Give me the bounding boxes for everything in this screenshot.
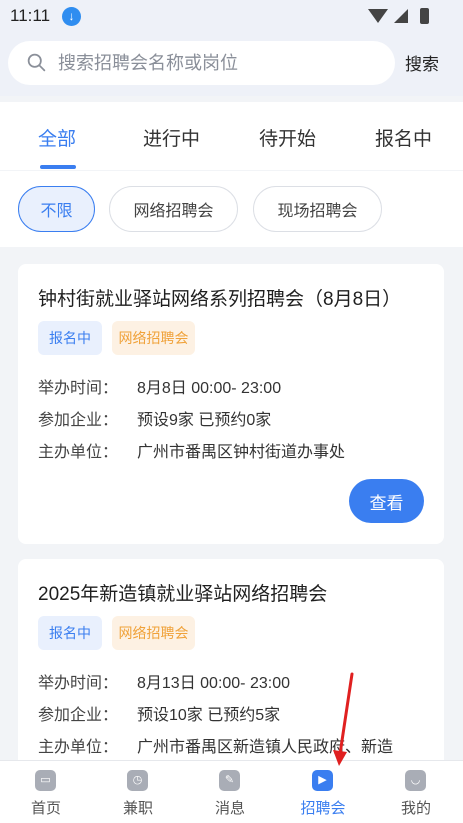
status-icons xyxy=(368,8,429,24)
nav-job-fair[interactable]: ▶ 招聘会 xyxy=(277,761,369,823)
wifi-icon xyxy=(368,9,388,23)
organizer-value: 广州市番禺区钟村街道办事处 xyxy=(137,444,346,461)
companies-label: 参加企业： xyxy=(38,707,119,724)
nav-messages[interactable]: ✎ 消息 xyxy=(184,761,276,823)
filter-unlimited[interactable]: 不限 xyxy=(18,186,95,232)
card-title: 钟村街就业驿站网络系列招聘会（8月8日） xyxy=(38,289,402,310)
status-time: 11:11 xyxy=(10,6,51,25)
type-badge: 网络招聘会 xyxy=(112,616,195,650)
nav-part-time[interactable]: ◷ 兼职 xyxy=(92,761,184,823)
job-fair-icon: ▶ xyxy=(312,770,333,791)
message-icon: ✎ xyxy=(219,770,240,791)
search-button[interactable]: 搜索 xyxy=(405,50,439,75)
view-button[interactable]: 查看 xyxy=(349,479,424,523)
profile-icon: ◡ xyxy=(405,770,426,791)
home-icon: ▭ xyxy=(35,770,56,791)
job-fair-card[interactable]: 钟村街就业驿站网络系列招聘会（8月8日） 报名中 网络招聘会 举办时间： 8月8日… xyxy=(18,264,444,544)
card-title: 2025年新造镇就业驿站网络招聘会 xyxy=(38,584,328,605)
battery-icon xyxy=(420,8,429,24)
clock-icon: ◷ xyxy=(127,770,148,791)
filter-bar: 不限 网络招聘会 现场招聘会 xyxy=(0,171,463,247)
status-tabs: 全部 进行中 待开始 报名中 xyxy=(0,102,463,170)
time-value: 8月13日 00:00- 23:00 xyxy=(137,675,290,692)
tab-ongoing[interactable]: 进行中 xyxy=(143,124,200,151)
organizer-row: 主办单位： 广州市番禺区钟村街道办事处 xyxy=(38,438,345,462)
companies-row: 参加企业： 预设9家 已预约0家 xyxy=(38,406,271,430)
status-badge: 报名中 xyxy=(38,616,102,650)
organizer-value: 广州市番禺区新造镇人民政府、新造 xyxy=(137,739,394,756)
download-icon: ↓ xyxy=(62,7,81,26)
tab-upcoming[interactable]: 待开始 xyxy=(259,124,316,151)
status-badge: 报名中 xyxy=(38,321,102,355)
time-row: 举办时间： 8月8日 00:00- 23:00 xyxy=(38,374,281,398)
time-row: 举办时间： 8月13日 00:00- 23:00 xyxy=(38,669,290,693)
nav-label: 招聘会 xyxy=(300,800,346,817)
companies-label: 参加企业： xyxy=(38,412,119,429)
nav-mine[interactable]: ◡ 我的 xyxy=(370,761,462,823)
nav-label: 兼职 xyxy=(122,800,153,817)
type-badge: 网络招聘会 xyxy=(112,321,195,355)
companies-value: 预设9家 已预约0家 xyxy=(137,412,272,429)
bottom-nav: ▭ 首页 ◷ 兼职 ✎ 消息 ▶ 招聘会 ◡ 我的 xyxy=(0,760,463,823)
nav-home[interactable]: ▭ 首页 xyxy=(0,761,92,823)
status-bar: 11:11 ↓ xyxy=(0,0,463,34)
tab-all[interactable]: 全部 xyxy=(38,124,76,151)
time-label: 举办时间： xyxy=(38,675,119,692)
tab-registering[interactable]: 报名中 xyxy=(375,124,432,151)
companies-value: 预设10家 已预约5家 xyxy=(137,707,281,724)
nav-label: 消息 xyxy=(214,800,245,817)
time-label: 举办时间： xyxy=(38,380,119,397)
job-fair-card[interactable]: 2025年新造镇就业驿站网络招聘会 报名中 网络招聘会 举办时间： 8月13日 0… xyxy=(18,559,444,779)
time-value: 8月8日 00:00- 23:00 xyxy=(137,380,282,397)
active-tab-indicator xyxy=(40,165,76,169)
search-box[interactable] xyxy=(8,41,395,85)
nav-label: 我的 xyxy=(400,800,431,817)
filter-online-fair[interactable]: 网络招聘会 xyxy=(109,186,238,232)
organizer-row: 主办单位： 广州市番禺区新造镇人民政府、新造 xyxy=(38,733,393,757)
filter-onsite-fair[interactable]: 现场招聘会 xyxy=(253,186,382,232)
search-icon xyxy=(27,53,46,72)
companies-row: 参加企业： 预设10家 已预约5家 xyxy=(38,701,280,725)
organizer-label: 主办单位： xyxy=(38,444,119,461)
search-input[interactable] xyxy=(58,49,378,77)
nav-label: 首页 xyxy=(30,800,61,817)
organizer-label: 主办单位： xyxy=(38,739,119,756)
signal-icon xyxy=(394,9,408,23)
search-bar: 搜索 xyxy=(0,34,463,96)
